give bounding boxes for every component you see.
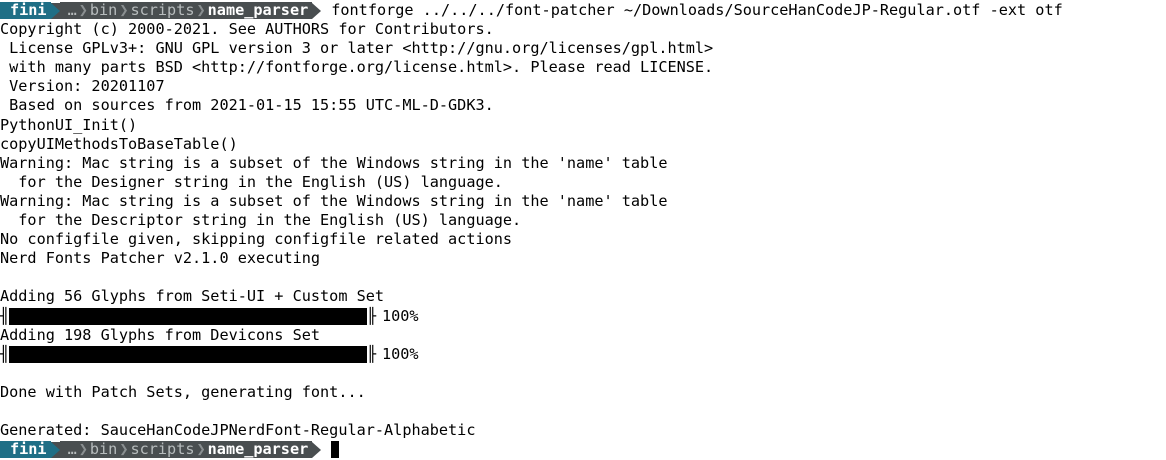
- progress-right-edge-icon: ╟: [366, 306, 376, 325]
- prompt-end-arrow-icon: [312, 2, 322, 19]
- prompt-arrow-icon: [50, 441, 60, 458]
- progress-label: Adding 56 Glyphs from Seti-UI + Custom S…: [0, 287, 385, 306]
- prompt-current-dir: name_parser: [207, 440, 309, 459]
- output-line: Nerd Fonts Patcher v2.1.0 executing: [0, 249, 321, 268]
- progress-track: [9, 307, 367, 325]
- output-line: Copyright (c) 2000-2021. See AUTHORS for…: [0, 20, 494, 39]
- chevron-right-icon: ❯: [196, 1, 206, 19]
- chevron-right-icon: ❯: [119, 440, 129, 459]
- output-line: Based on sources from 2021-01-15 15:55 U…: [0, 96, 494, 115]
- command-text: fontforge ../../../font-patcher ~/Downlo…: [331, 1, 1063, 19]
- chevron-right-icon: ❯: [78, 1, 88, 19]
- progress-section: Adding 56 Glyphs from Seti-UI + Custom S…: [0, 287, 1166, 363]
- progress-bar: ╢ ╟: [0, 345, 376, 364]
- output-block-2: Done with Patch Sets, generating font...…: [0, 364, 1166, 440]
- prompt-arrow-icon: [50, 2, 60, 19]
- progress-left-edge-icon: ╢: [0, 344, 10, 363]
- progress-track: [9, 345, 367, 363]
- output-line: License GPLv3+: GNU GPL version 3 or lat…: [0, 39, 714, 58]
- output-line: No configfile given, skipping configfile…: [0, 230, 513, 249]
- prompt-line-1: fini… ❯ bin ❯ scripts ❯ name_parser fontforge .…: [0, 1, 1166, 20]
- chevron-right-icon: ❯: [78, 440, 88, 459]
- chevron-right-icon: ❯: [196, 440, 206, 459]
- progress-bar: ╢ ╟: [0, 307, 376, 326]
- output-line: for the Descriptor string in the English…: [0, 211, 522, 230]
- output-line: for the Designer string in the English (…: [0, 172, 503, 191]
- progress-bar-row: ╢ ╟ 100%: [0, 345, 1166, 364]
- output-line: with many parts BSD <http://fontforge.or…: [0, 58, 714, 77]
- progress-fill: [9, 307, 367, 325]
- output-line: copyUIMethodsToBaseTable(): [0, 134, 238, 153]
- prompt-dir-scripts: scripts: [130, 1, 195, 19]
- ellipsis-text: …: [67, 440, 77, 459]
- prompt-user: fini: [0, 1, 51, 20]
- prompt-user: fini: [0, 440, 51, 459]
- prompt-dir-bin: bin: [89, 1, 118, 19]
- prompt-line-2[interactable]: fini… ❯ bin ❯ scripts ❯ name_parser: [0, 440, 1166, 459]
- progress-bar-row: ╢ ╟ 100%: [0, 307, 1166, 326]
- progress-percent: 100%: [382, 344, 419, 363]
- progress-left-edge-icon: ╢: [0, 306, 10, 325]
- output-line: Version: 20201107: [0, 77, 165, 96]
- prompt-ellipsis: … ❯ bin ❯ scripts ❯ name_parser: [59, 1, 313, 20]
- prompt-end-arrow-icon: [312, 441, 322, 458]
- progress-label: Adding 198 Glyphs from Devicons Set: [0, 325, 321, 344]
- output-line: Warning: Mac string is a subset of the W…: [0, 153, 668, 172]
- text-cursor[interactable]: [331, 441, 340, 459]
- progress-fill: [9, 345, 367, 363]
- output-line: Generated: SauceHanCodeJPNerdFont-Regula…: [0, 421, 476, 440]
- progress-percent: 100%: [382, 306, 419, 325]
- progress-right-edge-icon: ╟: [366, 344, 376, 363]
- output-block-1: Copyright (c) 2000-2021. See AUTHORS for…: [0, 20, 1166, 287]
- output-line: Warning: Mac string is a subset of the W…: [0, 191, 668, 210]
- output-line: Done with Patch Sets, generating font...: [0, 382, 366, 401]
- prompt-dir-bin: bin: [89, 440, 118, 459]
- output-line: PythonUI_Init(): [0, 115, 138, 134]
- ellipsis-text: …: [67, 1, 77, 19]
- terminal-window[interactable]: fini… ❯ bin ❯ scripts ❯ name_parser fontforge .…: [0, 0, 1166, 460]
- prompt-dir-scripts: scripts: [130, 440, 195, 459]
- chevron-right-icon: ❯: [119, 1, 129, 19]
- prompt-current-dir: name_parser: [207, 1, 309, 19]
- prompt-ellipsis: … ❯ bin ❯ scripts ❯ name_parser: [59, 440, 313, 459]
